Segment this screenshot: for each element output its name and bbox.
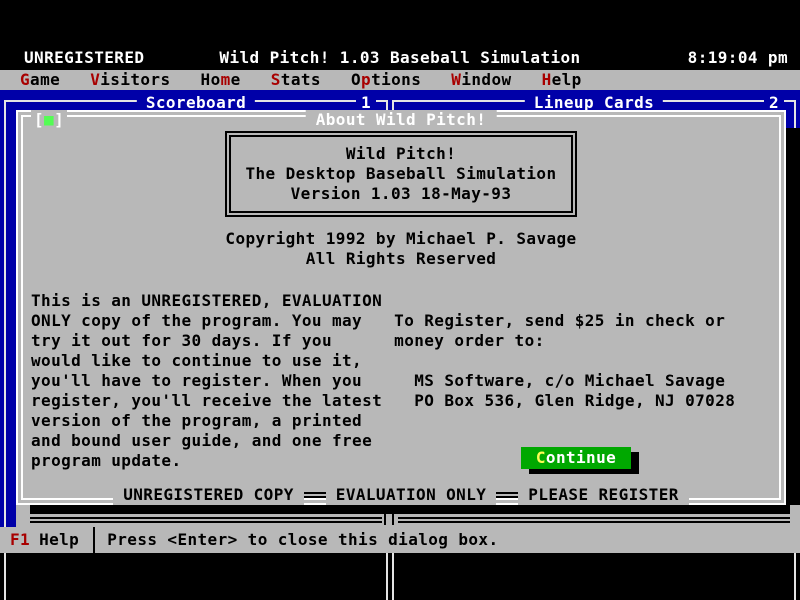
- window-bottom-border-left: [30, 517, 382, 523]
- menu-item-stats[interactable]: Stats: [261, 70, 331, 90]
- footer-unregistered-copy: UNREGISTERED COPY: [113, 485, 304, 505]
- program-info-box: Wild Pitch! The Desktop Baseball Simulat…: [225, 131, 577, 217]
- footer-please-register: PLEASE REGISTER: [518, 485, 689, 505]
- close-icon[interactable]: [■]: [31, 110, 67, 130]
- status-bar: F1 Help Press <Enter> to close this dial…: [0, 527, 800, 553]
- app-title: Wild Pitch! 1.03 Baseball Simulation: [0, 48, 800, 68]
- menu-item-window[interactable]: Window: [441, 70, 521, 90]
- menu-item-help[interactable]: Help: [532, 70, 592, 90]
- about-dialog: [■] About Wild Pitch! Wild Pitch! The De…: [16, 110, 786, 505]
- window-corner-bar: [384, 513, 386, 525]
- evaluation-notice-text: This is an UNREGISTERED, EVALUATION ONLY…: [31, 291, 382, 471]
- window-bottom-border-right: [398, 517, 790, 523]
- menu-bar: Game Visitors Home Stats Options Window …: [0, 70, 800, 90]
- dialog-shadow-bottom: [30, 505, 790, 514]
- status-bar-divider: [93, 527, 95, 553]
- copyright-text: Copyright 1992 by Michael P. Savage All …: [23, 229, 779, 269]
- status-message: Press <Enter> to close this dialog box.: [107, 530, 498, 550]
- menu-item-options[interactable]: Options: [341, 70, 431, 90]
- dialog-footer: UNREGISTERED COPY EVALUATION ONLY PLEASE…: [23, 485, 779, 505]
- help-hotkey-label: Help: [39, 530, 79, 550]
- footer-divider: [496, 492, 518, 498]
- footer-evaluation-only: EVALUATION ONLY: [326, 485, 497, 505]
- desktop: Scoreboard 1 Lineup Cards 2 [■] About Wi…: [0, 90, 800, 527]
- app-title-bar: UNREGISTERED Wild Pitch! 1.03 Baseball S…: [0, 46, 800, 70]
- continue-button[interactable]: Continue: [521, 447, 631, 469]
- menu-item-visitors[interactable]: Visitors: [80, 70, 180, 90]
- dialog-title: About Wild Pitch!: [306, 110, 497, 130]
- dialog-body: This is an UNREGISTERED, EVALUATION ONLY…: [23, 291, 779, 471]
- dos-screen: UNREGISTERED Wild Pitch! 1.03 Baseball S…: [0, 0, 800, 600]
- menu-item-home[interactable]: Home: [191, 70, 251, 90]
- window-corner-bar: [392, 513, 394, 525]
- footer-divider: [304, 492, 326, 498]
- help-hotkey[interactable]: F1 Help: [10, 530, 79, 550]
- clock: 8:19:04 pm: [688, 48, 788, 68]
- menu-item-game[interactable]: Game: [10, 70, 70, 90]
- continue-button-face: Continue: [521, 447, 631, 469]
- dialog-shadow-right: [786, 128, 800, 505]
